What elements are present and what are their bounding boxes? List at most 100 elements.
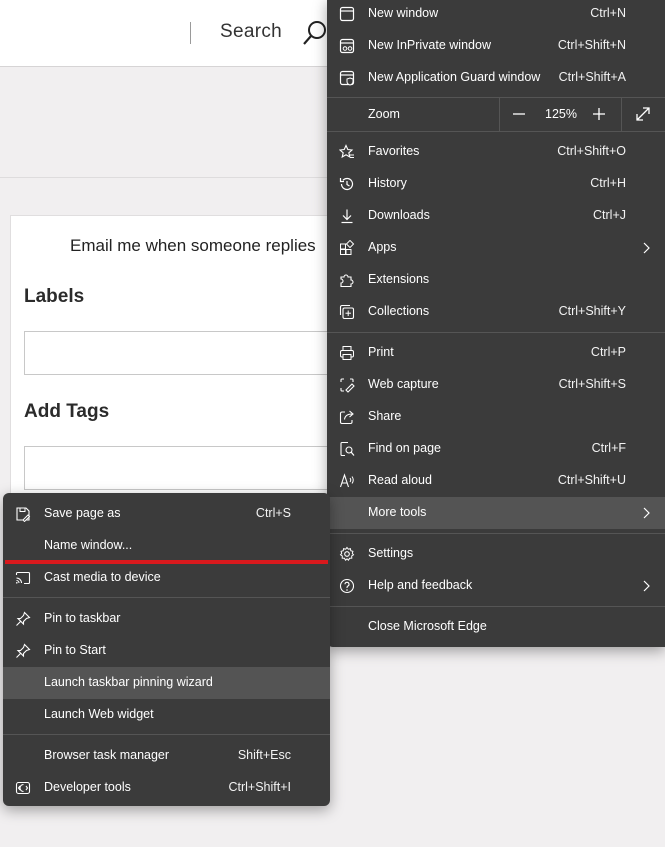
submenu-item-shortcut: Ctrl+S bbox=[255, 506, 291, 520]
submenu-item-label: Name window... bbox=[44, 538, 133, 552]
menu-item-label: Read aloud bbox=[368, 473, 432, 487]
help-icon bbox=[339, 578, 355, 594]
menu-item-print[interactable]: Print Ctrl+P bbox=[327, 337, 665, 369]
zoom-out-icon[interactable] bbox=[510, 105, 528, 123]
submenu-item-cast-media[interactable]: Cast media to device bbox=[3, 562, 330, 594]
menu-item-close-edge[interactable]: Close Microsoft Edge bbox=[327, 611, 665, 643]
tags-input[interactable] bbox=[24, 446, 346, 490]
menu-item-label: Favorites bbox=[368, 144, 420, 158]
submenu-item-shortcut: Ctrl+Shift+I bbox=[228, 780, 291, 794]
settings-and-more-menu: New window Ctrl+N New InPrivate window C… bbox=[327, 0, 665, 647]
menu-item-new-inprivate-window[interactable]: New InPrivate window Ctrl+Shift+N bbox=[327, 30, 665, 62]
submenu-item-label: Pin to taskbar bbox=[44, 611, 121, 625]
labels-input[interactable] bbox=[24, 331, 346, 375]
menu-item-help-and-feedback[interactable]: Help and feedback bbox=[327, 570, 665, 602]
menu-item-new-window[interactable]: New window Ctrl+N bbox=[327, 0, 665, 30]
submenu-item-label: Save page as bbox=[44, 506, 121, 520]
menu-item-shortcut: Ctrl+J bbox=[593, 208, 626, 222]
menu-item-more-tools[interactable]: More tools bbox=[327, 497, 665, 529]
submenu-item-developer-tools[interactable]: Developer tools Ctrl+Shift+I bbox=[3, 772, 330, 804]
zoom-divider bbox=[621, 98, 622, 131]
submenu-item-label: Cast media to device bbox=[44, 570, 161, 584]
chevron-right-icon bbox=[641, 506, 651, 520]
reply-options-card: Email me when someone replies Labels Add… bbox=[10, 215, 352, 517]
menu-item-label: Web capture bbox=[368, 377, 439, 391]
collections-icon bbox=[339, 304, 355, 320]
submenu-item-label: Launch taskbar pinning wizard bbox=[44, 675, 213, 689]
menu-item-shortcut: Ctrl+P bbox=[590, 345, 626, 359]
menu-item-label: Extensions bbox=[368, 272, 430, 286]
menu-item-read-aloud[interactable]: Read aloud Ctrl+Shift+U bbox=[327, 465, 665, 497]
menu-item-web-capture[interactable]: Web capture Ctrl+Shift+S bbox=[327, 369, 665, 401]
zoom-label: Zoom bbox=[368, 107, 400, 121]
submenu-item-label: Browser task manager bbox=[44, 748, 170, 762]
menu-item-favorites[interactable]: Favorites Ctrl+Shift+O bbox=[327, 136, 665, 168]
submenu-item-save-page-as[interactable]: Save page as Ctrl+S bbox=[3, 498, 330, 530]
menu-item-label: New InPrivate window bbox=[368, 38, 491, 52]
menu-item-history[interactable]: History Ctrl+H bbox=[327, 168, 665, 200]
menu-item-apps[interactable]: Apps bbox=[327, 232, 665, 264]
submenu-item-label: Developer tools bbox=[44, 780, 131, 794]
submenu-item-launch-web-widget[interactable]: Launch Web widget bbox=[3, 699, 330, 731]
submenu-item-browser-task-manager[interactable]: Browser task manager Shift+Esc bbox=[3, 740, 330, 772]
tags-heading: Add Tags bbox=[24, 401, 110, 422]
header-divider bbox=[190, 22, 191, 44]
menu-item-shortcut: Ctrl+Shift+S bbox=[558, 377, 626, 391]
menu-item-collections[interactable]: Collections Ctrl+Shift+Y bbox=[327, 296, 665, 328]
favorites-icon bbox=[339, 144, 355, 160]
menu-item-label: Print bbox=[368, 345, 394, 359]
menu-item-label: Find on page bbox=[368, 441, 441, 455]
menu-item-label: New Application Guard window bbox=[368, 70, 541, 84]
new-window-icon bbox=[339, 6, 355, 22]
save-page-icon bbox=[15, 506, 31, 522]
zoom-value: 125% bbox=[545, 107, 577, 121]
menu-item-settings[interactable]: Settings bbox=[327, 538, 665, 570]
menu-item-new-application-guard-window[interactable]: New Application Guard window Ctrl+Shift+… bbox=[327, 62, 665, 94]
menu-item-label: Apps bbox=[368, 240, 397, 254]
submenu-item-pin-to-taskbar[interactable]: Pin to taskbar bbox=[3, 603, 330, 635]
chevron-right-icon bbox=[641, 579, 651, 593]
annotation-underline bbox=[5, 560, 328, 564]
menu-divider bbox=[327, 606, 665, 607]
menu-divider bbox=[3, 734, 330, 735]
pin-icon bbox=[15, 611, 31, 627]
web-capture-icon bbox=[339, 377, 355, 393]
menu-item-downloads[interactable]: Downloads Ctrl+J bbox=[327, 200, 665, 232]
menu-item-shortcut: Ctrl+Shift+O bbox=[557, 144, 626, 158]
menu-item-shortcut: Ctrl+Shift+N bbox=[557, 38, 626, 52]
submenu-item-taskbar-pinning-wizard[interactable]: Launch taskbar pinning wizard bbox=[3, 667, 330, 699]
search-icon[interactable] bbox=[303, 20, 327, 46]
menu-item-label: More tools bbox=[368, 505, 427, 519]
menu-item-find-on-page[interactable]: Find on page Ctrl+F bbox=[327, 433, 665, 465]
zoom-control: Zoom 125% bbox=[327, 98, 665, 131]
find-icon bbox=[339, 441, 355, 457]
developer-tools-icon bbox=[15, 780, 31, 796]
menu-item-label: Help and feedback bbox=[368, 578, 473, 592]
submenu-item-pin-to-start[interactable]: Pin to Start bbox=[3, 635, 330, 667]
fullscreen-icon[interactable] bbox=[634, 105, 652, 123]
zoom-in-icon[interactable] bbox=[590, 105, 608, 123]
cast-icon bbox=[15, 570, 31, 586]
application-guard-icon bbox=[339, 70, 355, 86]
print-icon bbox=[339, 345, 355, 361]
menu-item-extensions[interactable]: Extensions bbox=[327, 264, 665, 296]
inprivate-icon bbox=[339, 38, 355, 54]
history-icon bbox=[339, 176, 355, 192]
menu-item-shortcut: Ctrl+H bbox=[590, 176, 626, 190]
email-notify-label[interactable]: Email me when someone replies bbox=[70, 236, 316, 256]
submenu-item-label: Launch Web widget bbox=[44, 707, 154, 721]
menu-item-shortcut: Ctrl+Shift+A bbox=[558, 70, 626, 84]
pin-icon bbox=[15, 643, 31, 659]
search-label[interactable]: Search bbox=[220, 21, 282, 43]
settings-icon bbox=[339, 546, 355, 562]
menu-item-share[interactable]: Share bbox=[327, 401, 665, 433]
menu-item-label: Share bbox=[368, 409, 402, 423]
menu-item-shortcut: Ctrl+Shift+U bbox=[557, 473, 626, 487]
submenu-item-name-window[interactable]: Name window... bbox=[3, 530, 330, 562]
extensions-icon bbox=[339, 272, 355, 288]
submenu-item-shortcut: Shift+Esc bbox=[237, 748, 291, 762]
menu-divider bbox=[3, 597, 330, 598]
menu-item-shortcut: Ctrl+N bbox=[590, 6, 626, 20]
read-aloud-icon bbox=[339, 473, 355, 489]
menu-item-label: Downloads bbox=[368, 208, 430, 222]
